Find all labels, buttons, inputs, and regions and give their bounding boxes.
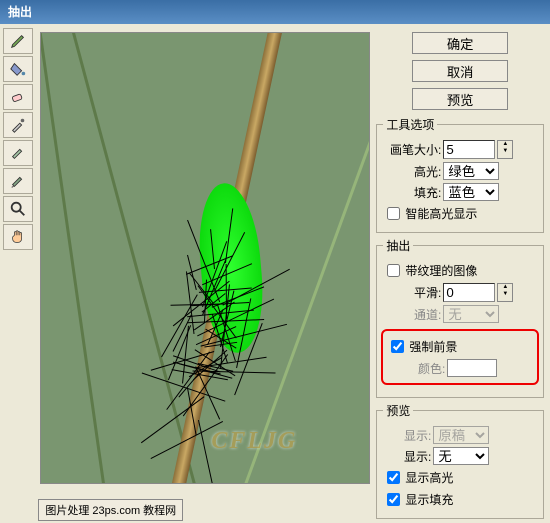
toolbar — [0, 24, 36, 523]
smart-highlight-label: 智能高光显示 — [405, 205, 477, 222]
cleanup-tool[interactable] — [3, 140, 33, 166]
force-foreground-checkbox[interactable] — [391, 340, 404, 353]
preview-canvas[interactable]: for(let i=0;i<60;i++){let a=Math.random(… — [40, 32, 370, 484]
show-fill-checkbox[interactable] — [387, 493, 400, 506]
eraser-tool[interactable] — [3, 84, 33, 110]
highlighter-tool[interactable] — [3, 28, 33, 54]
highlight-select[interactable]: 绿色 — [443, 162, 499, 180]
title-bar: 抽出 — [0, 0, 550, 24]
channel-label: 通道: — [383, 306, 441, 323]
textured-label: 带纹理的图像 — [405, 262, 477, 279]
hand-tool[interactable] — [3, 224, 33, 250]
smooth-spinner[interactable]: ▲▼ — [497, 283, 513, 302]
channel-select: 无 — [443, 305, 499, 323]
brush-size-label: 画笔大小: — [383, 141, 441, 158]
zoom-tool[interactable] — [3, 196, 33, 222]
brush-size-spinner[interactable]: ▲▼ — [497, 140, 513, 159]
show-fill-label: 显示填充 — [405, 491, 453, 508]
preview-button[interactable]: 预览 — [412, 88, 508, 110]
brush-size-input[interactable] — [443, 140, 495, 159]
show-highlight-checkbox[interactable] — [387, 471, 400, 484]
smooth-input[interactable] — [443, 283, 495, 302]
cancel-button[interactable]: 取消 — [412, 60, 508, 82]
watermark: CFLJG — [211, 428, 297, 455]
display-label: 显示: — [383, 448, 431, 465]
show-highlight-label: 显示高光 — [405, 469, 453, 486]
display-select[interactable]: 无 — [433, 447, 489, 465]
eyedropper-tool[interactable] — [3, 112, 33, 138]
textured-checkbox[interactable] — [387, 264, 400, 277]
extract-legend: 抽出 — [383, 237, 413, 254]
color-label: 颜色: — [387, 360, 445, 377]
show-select: 原稿 — [433, 426, 489, 444]
highlight-label: 高光: — [383, 163, 441, 180]
fill-tool[interactable] — [3, 56, 33, 82]
fill-label: 填充: — [383, 184, 441, 201]
fill-select[interactable]: 蓝色 — [443, 183, 499, 201]
ok-button[interactable]: 确定 — [412, 32, 508, 54]
show-label: 显示: — [383, 427, 431, 444]
edge-touchup-tool[interactable] — [3, 168, 33, 194]
source-tag: 图片处理 23ps.com 教程网 — [38, 499, 183, 521]
smooth-label: 平滑: — [383, 284, 441, 301]
tool-options-legend: 工具选项 — [383, 116, 437, 133]
options-panel: 确定 取消 预览 工具选项 画笔大小: ▲▼ 高光:绿色 填充:蓝色 智能高光显示… — [374, 24, 550, 523]
preview-legend: 预览 — [383, 402, 413, 419]
smart-highlight-checkbox[interactable] — [387, 207, 400, 220]
color-swatch[interactable] — [447, 359, 497, 377]
force-foreground-label: 强制前景 — [409, 338, 457, 355]
